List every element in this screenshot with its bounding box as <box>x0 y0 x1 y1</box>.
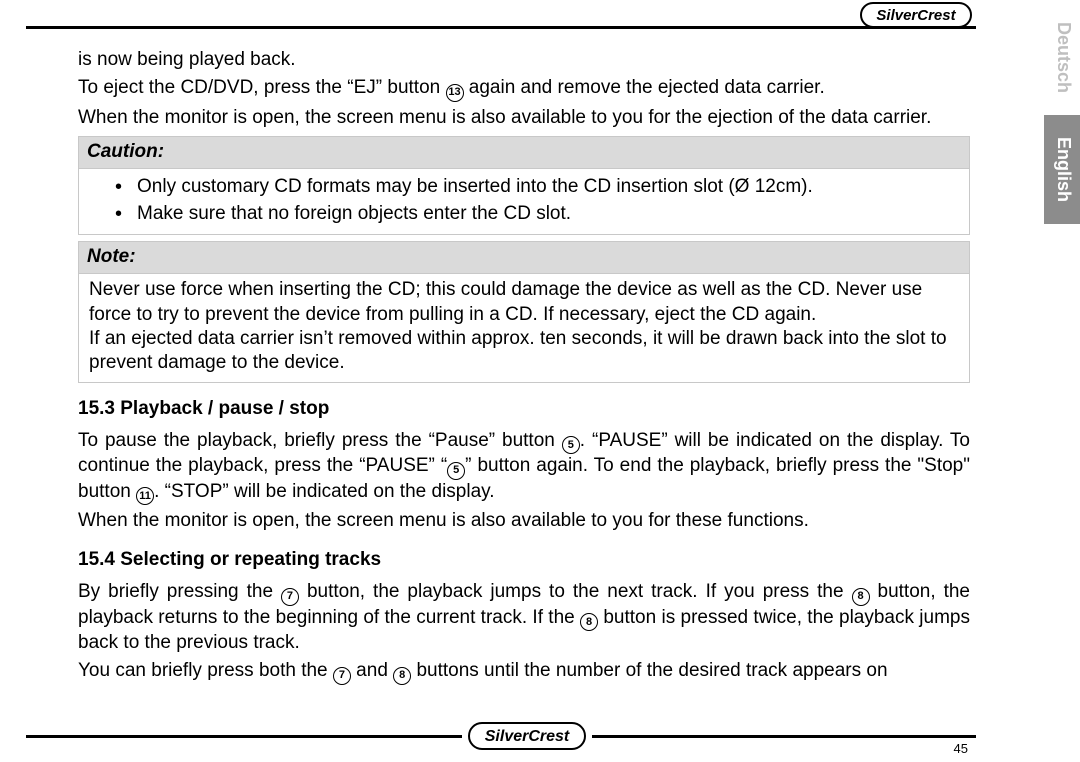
intro-line-1: is now being played back. <box>78 48 970 72</box>
caution-body: Only customary CD formats may be inserte… <box>79 169 969 234</box>
text: button, the playback jumps to the next t… <box>299 581 852 602</box>
manual-page: SilverCrest Deutsch English is now being… <box>0 0 1080 762</box>
page-number: 45 <box>954 741 968 756</box>
note-title: Note: <box>79 242 969 274</box>
section-15-4-tail: You can briefly press both the 7 and 8 b… <box>78 659 970 685</box>
caution-box: Caution: Only customary CD formats may b… <box>78 136 970 235</box>
text: and <box>351 660 393 681</box>
ref-13-icon: 13 <box>446 84 464 102</box>
ref-7-icon: 7 <box>333 667 351 685</box>
text: By briefly pressing the <box>78 581 281 602</box>
text: You can briefly press both the <box>78 660 333 681</box>
ref-7-icon: 7 <box>281 588 299 606</box>
section-15-4-body: By briefly pressing the 7 button, the pl… <box>78 580 970 655</box>
intro-line-3: When the monitor is open, the screen men… <box>78 106 970 130</box>
intro-line-2: To eject the CD/DVD, press the “EJ” butt… <box>78 76 970 102</box>
text: To pause the playback, briefly press the… <box>78 430 562 451</box>
note-body: Never use force when inserting the CD; t… <box>79 274 969 381</box>
language-tab-english: English <box>1044 115 1080 224</box>
ref-11-icon: 11 <box>136 487 154 505</box>
caution-item: Make sure that no foreign objects enter … <box>115 202 959 226</box>
svg-text:SilverCrest: SilverCrest <box>876 7 956 24</box>
ref-5-icon: 5 <box>562 436 580 454</box>
note-p1: Never use force when inserting the CD; t… <box>89 278 959 327</box>
ref-5-icon: 5 <box>447 462 465 480</box>
svg-text:SilverCrest: SilverCrest <box>485 728 570 745</box>
text: buttons until the number of the desired … <box>411 660 887 681</box>
note-p2: If an ejected data carrier isn’t removed… <box>89 327 959 376</box>
section-15-3-heading: 15.3 Playback / pause / stop <box>78 397 970 421</box>
section-15-3-body: To pause the playback, briefly press the… <box>78 429 970 506</box>
section-15-4-heading: 15.4 Selecting or repeating tracks <box>78 548 970 572</box>
note-box: Note: Never use force when inserting the… <box>78 241 970 383</box>
caution-item: Only customary CD formats may be inserte… <box>115 175 959 199</box>
top-rule <box>26 26 976 29</box>
content-area: is now being played back. To eject the C… <box>78 48 970 689</box>
caution-title: Caution: <box>79 137 969 169</box>
ref-8-icon: 8 <box>580 613 598 631</box>
language-sidebar: Deutsch English <box>984 0 1080 762</box>
text: again and remove the ejected data carrie… <box>464 77 825 98</box>
brand-logo-bottom: SilverCrest <box>462 722 592 750</box>
brand-logo-top: SilverCrest <box>860 2 972 28</box>
text: . “STOP” will be indicated on the displa… <box>154 481 494 502</box>
language-tab-deutsch: Deutsch <box>1044 0 1080 115</box>
ref-8-icon: 8 <box>852 588 870 606</box>
ref-8-icon: 8 <box>393 667 411 685</box>
text: To eject the CD/DVD, press the “EJ” butt… <box>78 77 446 98</box>
section-15-3-tail: When the monitor is open, the screen men… <box>78 509 970 533</box>
